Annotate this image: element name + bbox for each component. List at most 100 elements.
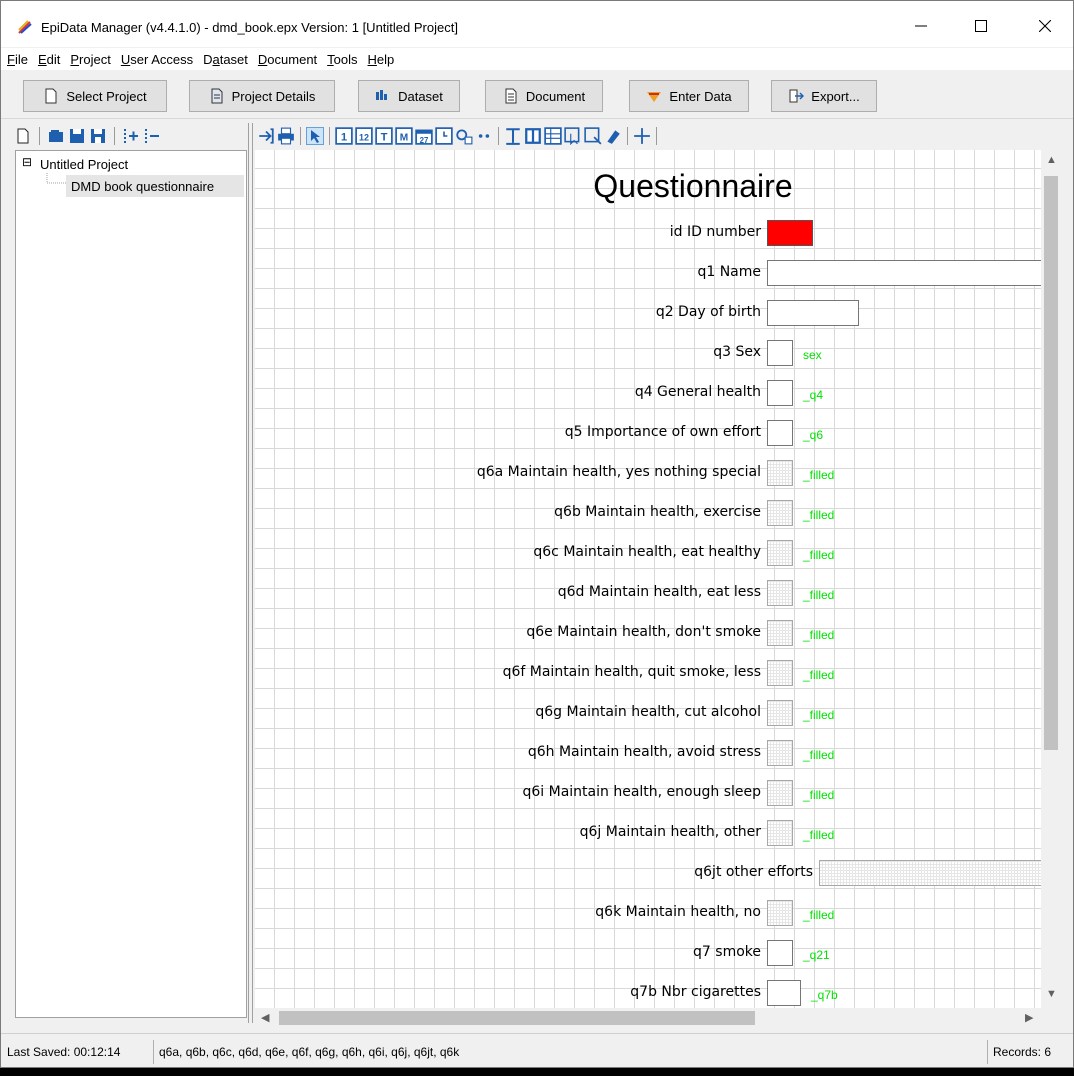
panel-splitter[interactable] [248, 123, 253, 1023]
field-input-box[interactable] [767, 820, 793, 846]
horizontal-scrollbar[interactable]: ◀ ▶ [255, 1008, 1061, 1028]
field-input-box[interactable] [767, 580, 793, 606]
deselect-icon[interactable] [584, 127, 602, 145]
scroll-right-icon[interactable]: ▶ [1025, 1011, 1033, 1024]
new-project-icon[interactable] [15, 128, 31, 144]
scroll-left-icon[interactable]: ◀ [261, 1011, 269, 1024]
field-input-box[interactable] [767, 940, 793, 966]
menu-edit[interactable]: Edit [38, 52, 60, 67]
field-row[interactable]: q6h Maintain health, avoid stress _filled [255, 740, 1045, 766]
field-input-box[interactable] [767, 340, 793, 366]
export-button[interactable]: Export... [771, 80, 877, 112]
field-input-box[interactable] [767, 300, 859, 326]
open-project-icon[interactable] [48, 128, 64, 144]
select-project-button[interactable]: Select Project [23, 80, 167, 112]
enter-data-button[interactable]: Enter Data [629, 80, 749, 112]
toolbar-separator [300, 127, 301, 145]
eraser-icon[interactable] [604, 127, 622, 145]
section-tool-icon[interactable] [524, 127, 542, 145]
field-row[interactable]: q7 smoke _q21 [255, 940, 1045, 966]
field-input-box[interactable] [767, 220, 813, 246]
memo-field-icon[interactable]: M [395, 127, 413, 145]
vertical-scroll-thumb[interactable] [1044, 176, 1058, 750]
pointer-tool-icon[interactable] [306, 127, 324, 145]
field-input-box[interactable] [767, 620, 793, 646]
menu-dataset[interactable]: Dataset [203, 52, 248, 67]
close-button[interactable] [1025, 11, 1065, 41]
print-icon[interactable] [277, 127, 295, 145]
grid-layout-icon[interactable] [544, 127, 562, 145]
epidata-app-icon [18, 20, 32, 34]
integer-field-icon[interactable]: 1 [335, 127, 353, 145]
field-input-box[interactable] [767, 420, 793, 446]
value-label-set: _filled [803, 908, 835, 922]
tree-collapse-icon[interactable]: ⊟ [22, 155, 32, 169]
menu-project[interactable]: Project [70, 52, 110, 67]
project-details-button[interactable]: Project Details [189, 80, 335, 112]
time-field-icon[interactable] [435, 127, 453, 145]
field-row[interactable]: q6jt other efforts [255, 860, 1045, 886]
field-row[interactable]: q6f Maintain health, quit smoke, less _fi… [255, 660, 1045, 686]
field-row[interactable]: q6g Maintain health, cut alcohol _filled [255, 700, 1045, 726]
field-row[interactable]: q7b Nbr cigarettes _q7b [255, 980, 1045, 1006]
remove-dataset-icon[interactable] [144, 128, 160, 144]
save-as-icon[interactable] [90, 128, 106, 144]
menu-file[interactable]: File [7, 52, 28, 67]
field-row[interactable]: q6j Maintain health, other _filled [255, 820, 1045, 846]
form-heading[interactable]: Questionnaire [255, 168, 1045, 205]
field-row[interactable]: q6a Maintain health, yes nothing special… [255, 460, 1045, 486]
field-input-box[interactable] [767, 460, 793, 486]
field-input-box[interactable] [767, 540, 793, 566]
form-designer-canvas[interactable]: Questionnaire id ID number q1 Name q2 Day … [255, 150, 1045, 1008]
field-input-box[interactable] [819, 860, 1045, 886]
scroll-up-icon[interactable]: ▲ [1046, 154, 1057, 166]
auto-field-icon[interactable] [455, 127, 473, 145]
menu-help[interactable]: Help [368, 52, 395, 67]
menu-document[interactable]: Document [258, 52, 317, 67]
more-fields-icon[interactable] [475, 127, 493, 145]
text-field-icon[interactable]: T [375, 127, 393, 145]
minimize-button[interactable] [901, 11, 941, 41]
date-field-icon[interactable]: 27 [415, 127, 433, 145]
field-input-box[interactable] [767, 740, 793, 766]
select-all-icon[interactable] [564, 127, 582, 145]
split-icon[interactable] [633, 127, 651, 145]
heading-tool-icon[interactable] [504, 127, 522, 145]
field-input-box[interactable] [767, 900, 793, 926]
document-button[interactable]: Document [485, 80, 603, 112]
maximize-button[interactable] [961, 11, 1001, 41]
field-row[interactable]: q5 Importance of own effort _q6 [255, 420, 1045, 446]
add-dataset-icon[interactable] [123, 128, 139, 144]
field-row[interactable]: q6c Maintain health, eat healthy _filled [255, 540, 1045, 566]
field-input-box[interactable] [767, 980, 801, 1006]
scroll-down-icon[interactable]: ▼ [1046, 988, 1057, 1000]
field-input-box[interactable] [767, 260, 1045, 286]
field-input-box[interactable] [767, 660, 793, 686]
dataset-button[interactable]: Dataset [358, 80, 460, 112]
field-input-box[interactable] [767, 500, 793, 526]
import-icon[interactable] [257, 127, 275, 145]
field-input-box[interactable] [767, 380, 793, 406]
field-row[interactable]: q6k Maintain health, no _filled [255, 900, 1045, 926]
document-label: Document [525, 88, 586, 104]
field-row[interactable]: q3 Sex sex [255, 340, 1045, 366]
tree-dataset-item[interactable]: DMD book questionnaire [71, 179, 214, 194]
tree-root-project[interactable]: Untitled Project [40, 157, 128, 172]
field-row[interactable]: q6b Maintain health, exercise _filled [255, 500, 1045, 526]
save-icon[interactable] [69, 128, 85, 144]
field-input-box[interactable] [767, 700, 793, 726]
field-row[interactable]: q6d Maintain health, eat less _filled [255, 580, 1045, 606]
vertical-scrollbar[interactable]: ▲ ▼ [1041, 150, 1061, 1008]
field-row[interactable]: q4 General health _q4 [255, 380, 1045, 406]
field-input-box[interactable] [767, 780, 793, 806]
menu-user-access[interactable]: User Access [121, 52, 193, 67]
field-row[interactable]: q1 Name [255, 260, 1045, 286]
float-field-icon[interactable]: 12 [355, 127, 373, 145]
field-row[interactable]: q2 Day of birth [255, 300, 1045, 326]
field-question-label: id ID number [669, 224, 761, 240]
field-row[interactable]: q6i Maintain health, enough sleep _filled [255, 780, 1045, 806]
menu-tools[interactable]: Tools [327, 52, 357, 67]
field-row[interactable]: q6e Maintain health, don't smoke _filled [255, 620, 1045, 646]
horizontal-scroll-thumb[interactable] [279, 1011, 755, 1025]
field-row[interactable]: id ID number [255, 220, 1045, 246]
